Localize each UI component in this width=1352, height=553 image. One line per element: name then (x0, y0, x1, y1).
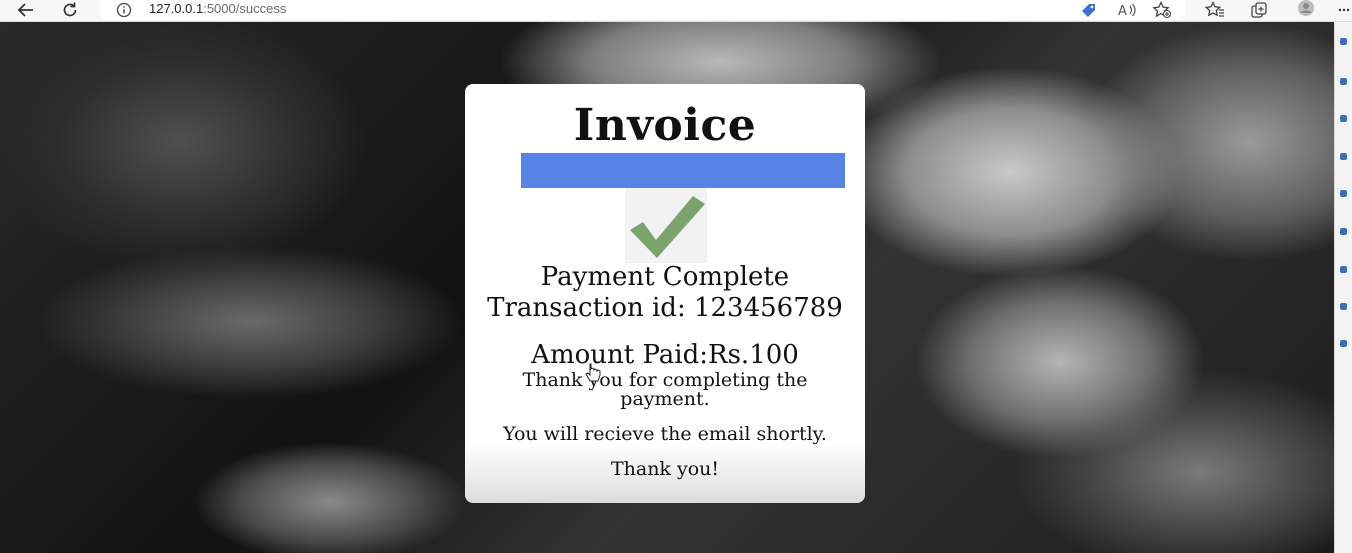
url-host: 127.0.0.1 (149, 1, 204, 16)
email-note: You will recieve the email shortly. (503, 423, 827, 445)
payment-status: Payment Complete (540, 262, 790, 292)
sidebar-item-icon[interactable] (1340, 266, 1347, 273)
back-button[interactable] (14, 0, 38, 20)
svg-text:A: A (1118, 4, 1127, 18)
reload-icon (63, 2, 77, 17)
hand-cursor-icon (585, 363, 601, 382)
more-menu-button[interactable] (1338, 0, 1350, 20)
sidebar-item-icon[interactable] (1340, 190, 1347, 197)
browser-toolbar: 127.0.0.1:5000/success A (0, 0, 1352, 22)
add-favorite-icon[interactable] (1152, 0, 1172, 20)
collections-icon (1251, 2, 1267, 18)
url-text[interactable]: 127.0.0.1:5000/success (149, 1, 286, 16)
sidebar-item-icon[interactable] (1340, 340, 1347, 347)
favorites-button[interactable] (1203, 0, 1227, 20)
info-icon[interactable] (116, 2, 132, 23)
sidebar-item-icon[interactable] (1340, 303, 1347, 310)
address-bar[interactable]: 127.0.0.1:5000/success A (100, 0, 1185, 20)
invoice-title: Invoice (573, 100, 757, 151)
browser-sidebar (1334, 22, 1352, 553)
invoice-accent-bar (521, 153, 845, 188)
sidebar-item-icon[interactable] (1340, 38, 1347, 45)
sidebar-item-icon[interactable] (1340, 78, 1347, 85)
closing-text: Thank you! (610, 458, 720, 480)
url-path: :5000/success (203, 1, 287, 16)
profile-button[interactable] (1293, 0, 1319, 20)
thanks-message: Thank you for completing the payment. (522, 369, 808, 410)
reload-button[interactable] (58, 0, 82, 20)
coupon-tag-icon[interactable] (1080, 0, 1098, 20)
arrow-left-icon (17, 3, 33, 17)
avatar (1298, 0, 1314, 16)
transaction-id: Transaction id: 123456789 (487, 293, 843, 323)
sidebar-item-icon[interactable] (1340, 228, 1347, 235)
amount-paid: Amount Paid:Rs.100 (531, 340, 799, 370)
invoice-card: Invoice Payment Complete Transaction id:… (465, 84, 865, 503)
read-aloud-icon[interactable]: A (1117, 0, 1137, 20)
sidebar-item-icon[interactable] (1340, 153, 1347, 160)
checkmark-icon (625, 188, 707, 263)
collections-button[interactable] (1247, 0, 1271, 20)
favorites-icon (1205, 1, 1224, 17)
sidebar-item-icon[interactable] (1340, 115, 1347, 122)
more-icon (1338, 8, 1350, 12)
